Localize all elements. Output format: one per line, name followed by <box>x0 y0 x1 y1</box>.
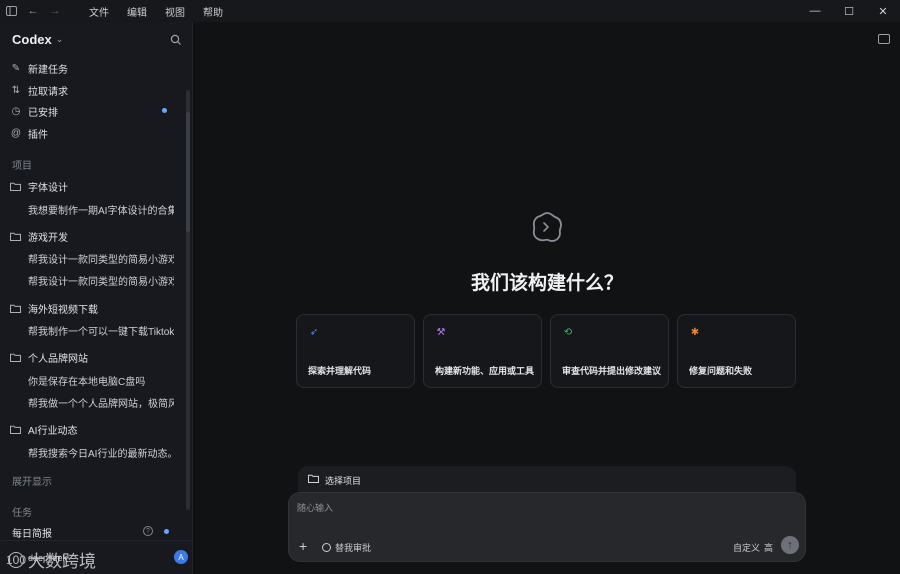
brand-title: Codex <box>12 32 52 47</box>
menu-help[interactable]: 帮助 <box>194 4 232 19</box>
project-item[interactable]: 字体设计 <box>10 179 68 194</box>
suggestion-card-explore[interactable]: ➶ 探索并理解代码 <box>296 314 415 388</box>
shield-icon <box>322 543 331 552</box>
thread-item[interactable]: 帮我设计一款同类型的简易小游戏 <box>28 273 174 288</box>
scroll-thumb[interactable] <box>186 112 190 232</box>
search-icon[interactable] <box>170 34 184 48</box>
panel-toggle-icon[interactable] <box>878 34 890 44</box>
folder-icon <box>10 424 22 436</box>
select-project-label: 选择项目 <box>325 476 362 486</box>
review-icon: ⟲ <box>563 326 573 338</box>
project-name: AI行业动态 <box>28 426 78 437</box>
thread-item[interactable]: 帮我制作一个可以一键下载Tiktok <box>28 323 174 338</box>
sidebar-scrollbar[interactable] <box>186 90 190 510</box>
folder-icon <box>10 303 22 315</box>
project-item[interactable]: 海外短视频下载 <box>10 301 98 316</box>
menu-edit[interactable]: 编辑 <box>118 4 156 19</box>
hero-title: 我们该构建什么？ <box>470 273 623 294</box>
task-item[interactable]: 每日简报 <box>12 525 52 540</box>
window-controls: — ☐ ✕ <box>798 0 900 22</box>
prompt-input[interactable] <box>297 503 697 513</box>
thread-item[interactable]: 帮我搜索今日AI行业的最新动态。 <box>28 445 174 460</box>
nav-scheduled[interactable]: ◷ 已安排 <box>10 104 58 119</box>
nav-new-task[interactable]: ✎ 新建任务 <box>10 61 68 76</box>
nav-plugins[interactable]: @ 插件 <box>10 126 48 141</box>
send-button[interactable]: ↑ <box>781 536 799 554</box>
card-label: 修复问题和失败 <box>689 366 753 376</box>
expand-projects-link[interactable]: 展开显示 <box>12 473 52 488</box>
folder-icon <box>10 231 22 243</box>
menu-file[interactable]: 文件 <box>80 4 118 19</box>
main-panel: 我们该构建什么？ ➶ 探索并理解代码 ⚒ 构建新功能、应用或工具 ⟲ 审查代码并… <box>194 22 900 574</box>
tasks-heading: 任务 <box>12 508 32 519</box>
folder-icon <box>308 474 319 485</box>
menu-view[interactable]: 视图 <box>156 4 194 19</box>
chevron-down-icon: ⌄ <box>55 34 64 44</box>
bug-icon: ✱ <box>690 326 700 338</box>
projects-heading: 项目 <box>12 161 32 172</box>
card-label: 构建新功能、应用或工具 <box>435 366 535 376</box>
project-item[interactable]: AI行业动态 <box>10 422 77 437</box>
title-bar: ← → 文件 编辑 视图 帮助 — ☐ ✕ <box>0 0 900 22</box>
close-icon[interactable]: ✕ <box>866 0 900 22</box>
help-icon[interactable]: ? <box>143 526 153 536</box>
pull-request-icon: ⇅ <box>11 85 21 96</box>
nav-label: 拉取请求 <box>28 87 68 98</box>
approval-mode-label: 替我审批 <box>335 543 372 553</box>
project-name: 个人品牌网站 <box>28 354 88 365</box>
arrow-up-icon: ↑ <box>787 539 793 551</box>
maximize-icon[interactable]: ☐ <box>832 0 866 22</box>
edit-icon: ✎ <box>11 63 21 74</box>
avatar[interactable]: A <box>174 550 188 564</box>
project-name: 海外短视频下载 <box>28 305 98 316</box>
nav-pull-requests[interactable]: ⇅ 拉取请求 <box>10 83 68 98</box>
nav-label: 插件 <box>28 130 48 141</box>
clock-icon: ◷ <box>11 106 21 117</box>
approval-mode-button[interactable]: 替我审批 <box>322 541 371 554</box>
watermark-logo-icon: 100 <box>5 551 27 568</box>
hammer-icon: ⚒ <box>436 326 446 338</box>
forward-arrow-icon[interactable]: → <box>44 0 66 22</box>
thread-item[interactable]: 我想要制作一期AI字体设计的合集 <box>28 202 174 217</box>
add-attachment-icon[interactable]: + <box>299 538 307 554</box>
thread-item[interactable]: 帮我设计一款同类型的简易小游戏 <box>28 251 174 266</box>
at-icon: @ <box>10 128 22 139</box>
suggestion-card-build[interactable]: ⚒ 构建新功能、应用或工具 <box>423 314 542 388</box>
workspace-switcher[interactable]: Codex ⌄ <box>12 32 63 47</box>
nav-label: 已安排 <box>28 108 58 119</box>
card-label: 探索并理解代码 <box>308 366 372 376</box>
project-name: 游戏开发 <box>28 233 68 244</box>
project-item[interactable]: 游戏开发 <box>10 229 68 244</box>
folder-icon <box>10 181 22 193</box>
menu-bar: 文件 编辑 视图 帮助 <box>80 4 232 19</box>
account-name[interactable]: deepseek <box>28 553 67 563</box>
suggestion-card-review[interactable]: ⟲ 审查代码并提出修改建议 <box>550 314 669 388</box>
card-label: 审查代码并提出修改建议 <box>562 366 662 376</box>
model-selector[interactable]: 自定义 高 <box>733 541 773 554</box>
task-label: 每日简报 <box>12 529 52 540</box>
rocket-icon: ➶ <box>309 326 319 338</box>
thread-item[interactable]: 帮我做一个个人品牌网站，极简风 <box>28 395 174 410</box>
nav-label: 新建任务 <box>28 65 68 76</box>
project-name: 字体设计 <box>28 183 68 194</box>
project-item[interactable]: 个人品牌网站 <box>10 350 88 365</box>
sidebar-footer: 100 大数跨境 deepseek A <box>0 540 193 574</box>
suggestion-cards: ➶ 探索并理解代码 ⚒ 构建新功能、应用或工具 ⟲ 审查代码并提出修改建议 ✱ … <box>296 314 796 388</box>
suggestion-card-fix[interactable]: ✱ 修复问题和失败 <box>677 314 796 388</box>
codex-logo-icon <box>530 210 564 244</box>
reasoning-level-label: 高 <box>764 543 774 553</box>
sidebar-toggle-icon[interactable] <box>0 0 22 22</box>
sidebar: Codex ⌄ ✎ 新建任务 ⇅ 拉取请求 ◷ 已安排 @ 插件 项目 字体设计… <box>0 22 193 574</box>
unread-dot <box>162 108 167 113</box>
minimize-icon[interactable]: — <box>798 0 832 22</box>
unread-dot <box>164 529 169 534</box>
thread-item[interactable]: 你是保存在本地电脑C盘吗 <box>28 373 174 388</box>
back-arrow-icon[interactable]: ← <box>22 0 44 22</box>
model-label: 自定义 <box>733 543 761 553</box>
composer: + 替我审批 自定义 高 ↑ <box>288 492 806 562</box>
folder-icon <box>10 352 22 364</box>
